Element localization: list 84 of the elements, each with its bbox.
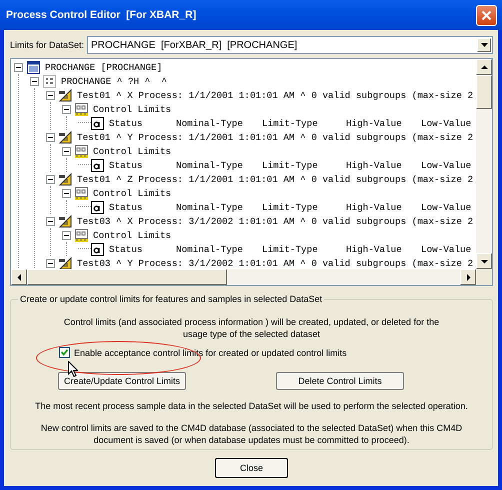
tree-item-label[interactable]: Control Limits [93,230,172,240]
column-header: High-Value [346,160,403,170]
expand-toggle[interactable] [62,188,71,198]
chart-icon [75,228,88,242]
list-icon [27,60,40,74]
expand-toggle[interactable] [46,258,55,268]
tree-item-label[interactable]: Test01 ^ Y Process: 1/1/2001 1:01:01 AM ^ 0 valid subgroups (max-size 2 [77,132,474,142]
scroll-up-button[interactable] [476,59,492,75]
tree-item-label[interactable]: PROCHANGE [PROCHANGE] [45,62,162,72]
expand-toggle[interactable] [14,62,23,72]
column-header: Low-Value [421,118,472,128]
column-header: Status [109,244,144,254]
tree-item-label[interactable]: Test01 ^ Z Process: 1/1/2001 1:01:01 AM ^ 0 valid subgroups (max-size 2 [77,174,474,184]
text-field-icon [91,200,104,214]
tree-item-label[interactable]: PROCHANGE ^ ?H ^ ^ [61,76,168,86]
column-header: High-Value [346,244,403,254]
tree-item-label[interactable]: Test01 ^ X Process: 1/1/2001 1:01:01 AM ^ 0 valid subgroups (max-size 2 [77,90,474,100]
description-text: Control limits (and associated process information ) will be created, updated, or deleted for the usage type of the selected dataset [62,316,440,340]
caliper-icon [59,256,72,269]
scroll-down-button[interactable] [476,253,492,269]
column-header: Status [109,202,144,212]
window-title: Process Control Editor [For XBAR_R] [6,9,196,21]
expand-toggle[interactable] [46,90,55,100]
column-header: High-Value [346,202,403,212]
checkbox[interactable] [59,347,70,358]
delete-button[interactable]: Delete Control Limits [276,372,404,390]
dataset-dropdown[interactable]: PROCHANGE [ForXBAR_R] [PROCHANGE] [87,36,493,54]
tree-item-label[interactable]: Control Limits [93,146,172,156]
chart-icon [75,102,88,116]
tree-item-label[interactable]: Control Limits [93,104,172,114]
column-header: Nominal-Type [176,118,244,128]
text-field-icon [91,158,104,172]
group-legend: Create or update control limits for features and samples in selected DataSet [18,294,324,304]
expand-toggle[interactable] [62,146,71,156]
grid-icon [43,74,56,88]
column-header: Nominal-Type [176,202,244,212]
column-header: High-Value [346,118,403,128]
tree-item-label[interactable]: Test03 ^ X Process: 3/1/2002 1:01:01 AM ^ 0 valid subgroups (max-size 2 [77,216,474,226]
mouse-pointer-icon [68,361,78,377]
expand-toggle[interactable] [46,132,55,142]
caliper-icon [59,130,72,144]
column-header: Nominal-Type [176,244,244,254]
column-header: Low-Value [421,202,472,212]
arrow-icon [464,274,472,280]
scroll-right-button[interactable] [460,269,476,285]
text-field-icon [91,242,104,256]
caliper-icon [59,88,72,102]
column-header: Status [109,118,144,128]
arrow-icon [480,64,488,70]
expand-toggle[interactable] [30,76,39,86]
chart-icon [75,186,88,200]
horizontal-scrollbar[interactable] [11,269,476,285]
dataset-label: Limits for DataSet: [10,40,86,50]
column-header: Limit-Type [262,202,319,212]
arrow-icon [16,274,22,280]
column-header: Status [109,160,144,170]
tree-item-label[interactable]: Test03 ^ Y Process: 3/1/2002 1:01:01 AM ^ 0 valid subgroups (max-size 2 [77,258,474,268]
column-header: Low-Value [421,244,472,254]
expand-toggle[interactable] [62,104,71,114]
note-text: New control limits are saved to the CM4D database (associated to the selected DataSet) when this CM4D document is saved (or when database updates must be committed to proceed). [40,422,464,446]
expand-toggle[interactable] [46,174,55,184]
note-text: The most recent process sample data in the selected DataSet will be used to perform the selected operation. [34,401,469,411]
column-header: Limit-Type [262,244,319,254]
arrow-icon [480,258,488,264]
caliper-icon [59,172,72,186]
scroll-thumb[interactable] [27,269,227,285]
vertical-scrollbar[interactable] [476,59,492,269]
caliper-icon [59,214,72,228]
scroll-left-button[interactable] [11,269,27,285]
column-header: Limit-Type [262,160,319,170]
expand-toggle[interactable] [62,230,71,240]
tree-item-label[interactable]: Control Limits [93,188,172,198]
close-icon[interactable] [476,4,497,26]
scroll-thumb[interactable] [476,75,492,109]
column-header: Low-Value [421,160,472,170]
create-update-button[interactable]: Create/Update Control Limits [58,372,186,390]
caret-icon [480,43,488,47]
column-header: Limit-Type [262,118,319,128]
chart-icon [75,144,88,158]
column-header: Nominal-Type [176,160,244,170]
expand-toggle[interactable] [46,216,55,226]
text-field-icon [91,116,104,130]
close-button[interactable]: Close [215,458,288,478]
scrollbar-corner [476,269,492,285]
